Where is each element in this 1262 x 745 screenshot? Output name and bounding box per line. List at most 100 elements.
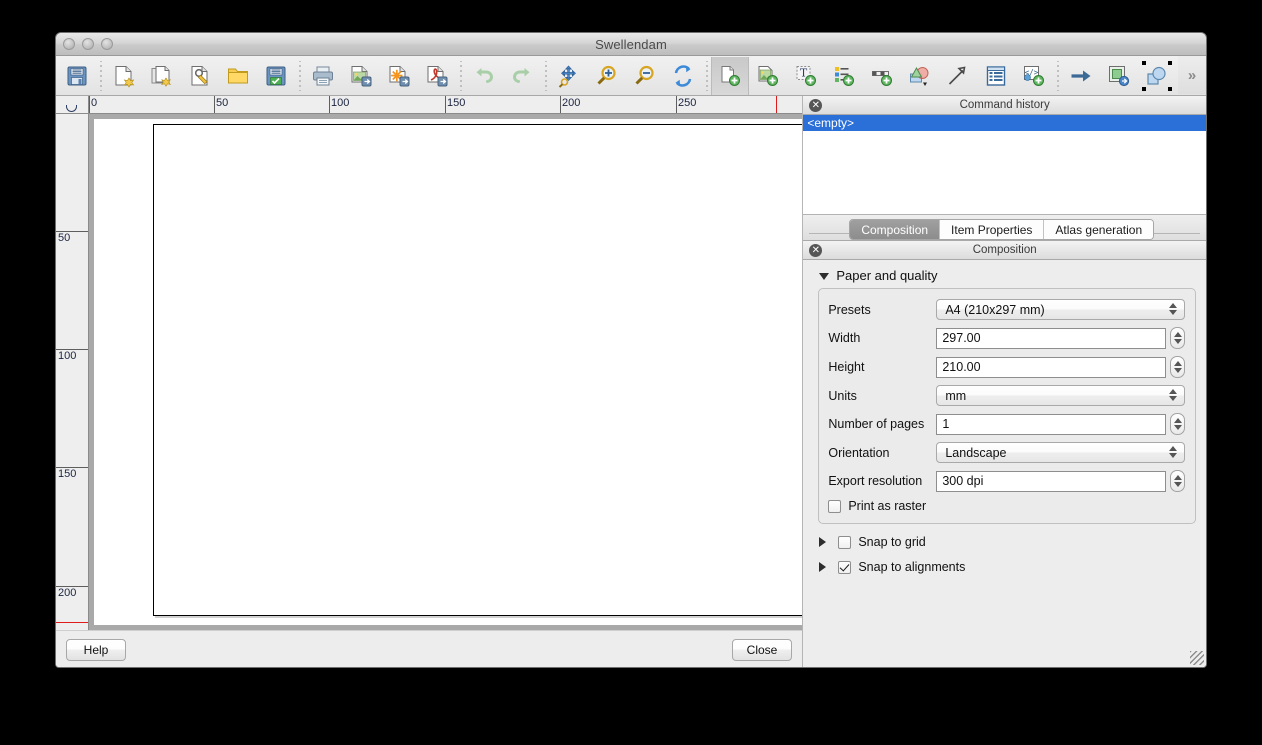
units-label: Units [828,389,936,403]
add-scalebar-icon[interactable] [863,57,901,95]
refresh-view-icon[interactable] [664,57,702,95]
load-from-template-icon[interactable] [219,57,257,95]
hruler-label: 0 [89,97,97,109]
window-titlebar[interactable]: Swellendam [56,33,1206,56]
add-shape-icon[interactable] [901,57,939,95]
chevron-down-icon[interactable] [819,273,829,280]
hruler-label: 250 [676,97,696,109]
add-map-icon[interactable] [711,57,749,95]
composition-viewport[interactable] [89,114,802,630]
save-project-icon[interactable] [58,57,96,95]
zoom-full-icon[interactable] [550,57,588,95]
pan-content-icon[interactable] [1062,57,1100,95]
toolbar-separator [295,61,304,91]
width-label: Width [828,331,936,345]
hruler-label: 150 [445,97,465,109]
toolbar-overflow-button[interactable]: » [1178,56,1206,94]
width-input[interactable]: 297.00 [936,328,1166,349]
add-html-frame-icon[interactable]: </> [1015,57,1053,95]
width-stepper[interactable] [1170,327,1185,349]
export-resolution-stepper[interactable] [1170,470,1185,492]
zoom-in-icon[interactable] [588,57,626,95]
units-combo[interactable]: mm [936,385,1185,406]
composition-page[interactable] [153,124,802,616]
vruler-label: 150 [58,468,76,480]
height-row: Height 210.00 [828,356,1185,378]
tab-composition[interactable]: Composition [850,220,940,239]
vruler-label: 100 [58,350,76,362]
export-svg-icon[interactable] [380,57,418,95]
add-image-icon[interactable] [749,57,787,95]
add-legend-icon[interactable] [825,57,863,95]
chevron-right-icon[interactable] [819,562,826,572]
duplicate-composer-icon[interactable] [143,57,181,95]
select-move-item-icon[interactable] [1138,57,1176,95]
new-composer-icon[interactable] [105,57,143,95]
hruler-label: 100 [329,97,349,109]
number-of-pages-stepper[interactable] [1170,413,1185,435]
window-title: Swellendam [56,33,1206,56]
horizontal-ruler: 0 50 100 150 200 250 [89,96,802,114]
print-as-raster-checkbox[interactable] [828,500,841,513]
print-icon[interactable] [304,57,342,95]
dock-tab-strip: Composition Item Properties Atlas genera… [803,215,1206,241]
export-resolution-input[interactable]: 300 dpi [936,471,1166,492]
close-button[interactable] [63,38,75,50]
number-of-pages-input[interactable]: 1 [936,414,1166,435]
close-button-bottom[interactable]: Close [732,639,793,661]
composer-body: 0 50 100 150 200 250 50 [56,96,1206,668]
snap-to-grid-row[interactable]: Snap to grid [803,524,1206,549]
hruler-label: 200 [560,97,580,109]
composer-dock-pane: ✕ Command history <empty> Composition It… [803,96,1206,668]
paper-and-quality-group-header[interactable]: Paper and quality [803,260,1206,288]
vertical-ruler: 50 100 150 200 [56,114,89,630]
presets-combo[interactable]: A4 (210x297 mm) [936,299,1185,320]
chevron-right-icon[interactable] [819,537,826,547]
paper-and-quality-fields: Presets A4 (210x297 mm) Width 297.00 [818,288,1196,524]
vruler-label: 50 [58,232,70,244]
help-button[interactable]: Help [66,639,126,661]
chevron-updown-icon [1169,303,1177,315]
print-as-raster-label: Print as raster [848,499,926,513]
add-label-icon[interactable]: T [787,57,825,95]
undo-icon[interactable] [465,57,503,95]
height-label: Height [828,360,936,374]
minimize-button[interactable] [82,38,94,50]
composition-properties-panel: Paper and quality Presets A4 (210x297 mm… [803,260,1206,668]
export-pdf-icon[interactable] [418,57,456,95]
snap-to-alignments-row[interactable]: Snap to alignments [803,549,1206,574]
redo-icon[interactable] [503,57,541,95]
orientation-combo[interactable]: Landscape [936,442,1185,463]
ruler-corner-arc-icon [66,105,77,112]
command-history-list[interactable]: <empty> [803,115,1206,215]
add-attribute-table-icon[interactable] [977,57,1015,95]
tab-item-properties[interactable]: Item Properties [940,220,1044,239]
zoom-out-icon[interactable] [626,57,664,95]
add-arrow-icon[interactable] [939,57,977,95]
composer-manager-icon[interactable] [181,57,219,95]
list-item[interactable]: <empty> [803,115,1206,131]
vruler-label: 200 [58,587,76,599]
height-stepper[interactable] [1170,356,1185,378]
window-resize-grip[interactable] [1190,651,1204,665]
zoom-button[interactable] [101,38,113,50]
group-items-icon[interactable] [1100,57,1138,95]
units-row: Units mm [828,385,1185,406]
toolbar-separator [456,61,465,91]
export-image-icon[interactable] [342,57,380,95]
chevron-updown-icon [1169,446,1177,458]
height-input[interactable]: 210.00 [936,357,1166,378]
tab-atlas-generation[interactable]: Atlas generation [1044,220,1153,239]
snap-to-alignments-checkbox[interactable] [838,561,851,574]
toolbar-separator [702,61,711,91]
print-as-raster-row[interactable]: Print as raster [828,499,1185,513]
save-as-template-icon[interactable] [257,57,295,95]
snap-to-grid-checkbox[interactable] [838,536,851,549]
command-history-title: Command history [803,99,1206,111]
composer-canvas-area[interactable]: 0 50 100 150 200 250 50 [56,96,802,630]
orientation-row: Orientation Landscape [828,442,1185,463]
snap-to-grid-label: Snap to grid [858,535,925,549]
export-resolution-row: Export resolution 300 dpi [828,470,1185,492]
presets-label: Presets [828,303,936,317]
presets-row: Presets A4 (210x297 mm) [828,299,1185,320]
